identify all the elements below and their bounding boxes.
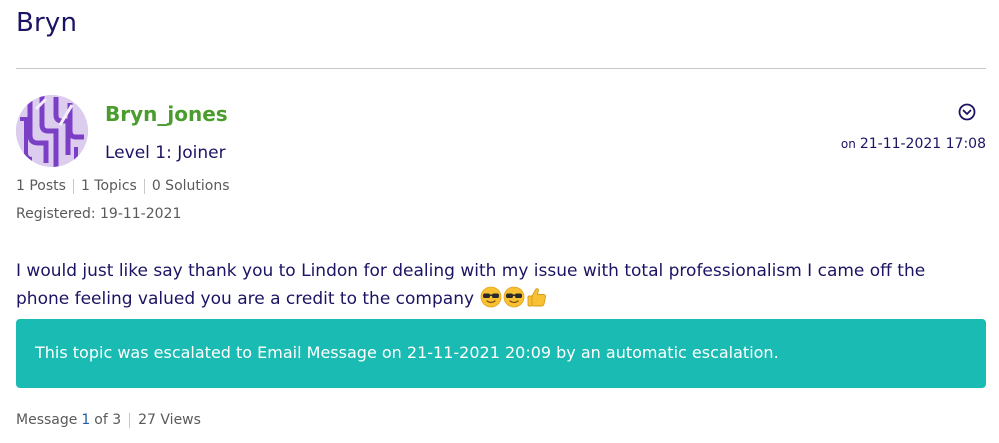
topic-page: Bryn Bryn_jones Level 1: Joiner on 21-11-… bbox=[0, 0, 999, 443]
message-total: of 3 bbox=[94, 412, 122, 428]
sunglasses-emoji-icon bbox=[481, 286, 502, 308]
post-date: on 21-11-2021 17:08 bbox=[841, 136, 986, 152]
stats-separator bbox=[143, 178, 145, 194]
avatar-pattern-icon bbox=[16, 95, 88, 167]
post-body-text: I would just like say thank you to Lindo… bbox=[16, 261, 926, 309]
message-label: Message bbox=[16, 412, 78, 428]
escalation-notice: This topic was escalated to Email Messag… bbox=[16, 319, 986, 388]
avatar[interactable] bbox=[16, 95, 88, 167]
post-date-value: 21-11-2021 17:08 bbox=[859, 136, 986, 152]
author-stats: 1 Posts 1 Topics 0 Solutions bbox=[16, 178, 230, 194]
topics-count: 1 Topics bbox=[80, 178, 137, 194]
stats-separator bbox=[72, 178, 74, 194]
escalation-text: This topic was escalated to Email Messag… bbox=[35, 343, 779, 362]
solutions-count: 0 Solutions bbox=[151, 178, 230, 194]
registered-date: Registered: 19-11-2021 bbox=[16, 206, 182, 222]
title-divider bbox=[16, 68, 986, 69]
sunglasses-emoji-icon bbox=[504, 286, 525, 308]
post-date-prefix: on bbox=[840, 137, 856, 151]
thumbs-up-emoji-icon bbox=[528, 288, 547, 307]
posts-count: 1 Posts bbox=[16, 178, 66, 194]
message-current-link[interactable]: 1 bbox=[81, 412, 90, 428]
message-footer: Message 1 of 3 27 Views bbox=[16, 412, 201, 428]
topic-title: Bryn bbox=[16, 8, 78, 38]
author-name-link[interactable]: Bryn_jones bbox=[105, 102, 228, 126]
post-options-chevron-icon[interactable] bbox=[958, 103, 976, 121]
author-rank: Level 1: Joiner bbox=[105, 143, 226, 163]
post-body: I would just like say thank you to Lindo… bbox=[16, 257, 981, 313]
views-count: 27 Views bbox=[138, 412, 201, 428]
footer-separator bbox=[129, 412, 131, 428]
